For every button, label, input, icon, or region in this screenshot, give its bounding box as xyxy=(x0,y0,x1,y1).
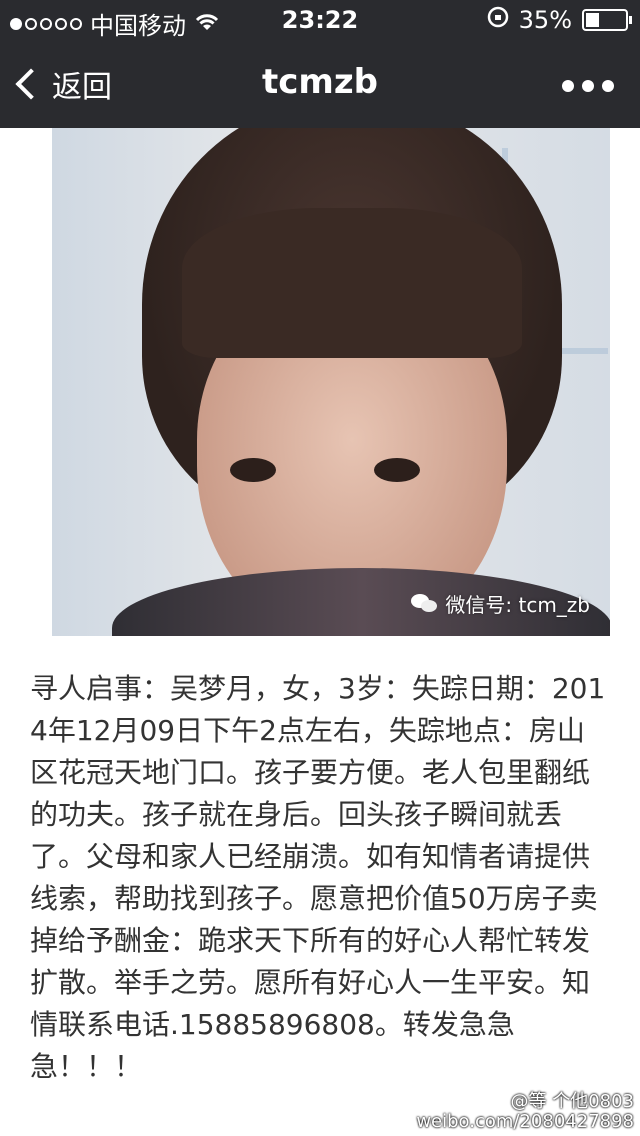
battery-percent: 35% xyxy=(518,6,572,34)
photo-watermark: 微信号: tcm_zb xyxy=(411,589,590,618)
status-bar: 中国移动 23:22 35% xyxy=(0,0,640,40)
more-dot xyxy=(582,80,594,92)
more-dot xyxy=(602,80,614,92)
wechat-icon xyxy=(411,593,438,614)
page-title: tcmzb xyxy=(262,62,378,102)
more-options-button[interactable] xyxy=(562,80,614,92)
top-bar: 中国移动 23:22 35% 返回 tcmzb xyxy=(0,0,640,128)
more-dot xyxy=(562,80,574,92)
battery-icon xyxy=(582,9,632,31)
weibo-watermark: @等 个他0803 weibo.com/2080427898 xyxy=(416,1091,634,1132)
child-photo[interactable]: 微信号: tcm_zb xyxy=(52,128,610,636)
navigation-bar: 返回 tcmzb xyxy=(0,40,640,128)
article-body: 寻人启事：吴梦月，女，3岁：失踪日期：2014年12月09日下午2点左右，失踪地… xyxy=(30,672,606,1083)
rotation-lock-icon xyxy=(487,6,509,34)
